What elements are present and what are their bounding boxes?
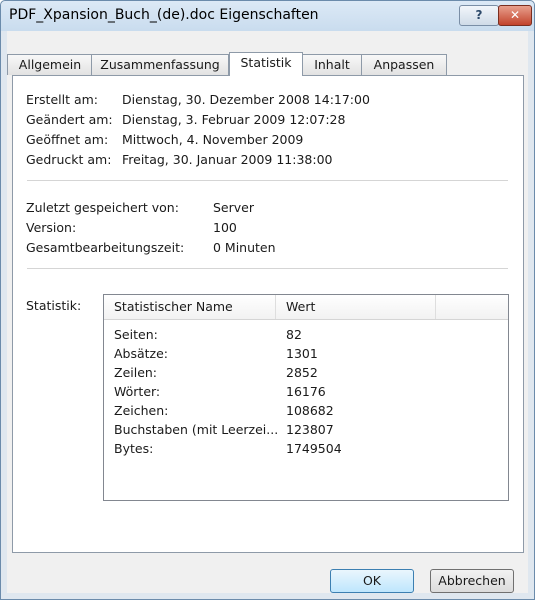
- ok-button[interactable]: OK: [330, 569, 414, 593]
- cancel-button[interactable]: Abbrechen: [430, 569, 514, 593]
- list-item[interactable]: Wörter: 16176: [104, 382, 508, 401]
- stat-name: Zeilen:: [114, 365, 158, 380]
- statistics-list[interactable]: Statistischer Name Wert Seiten: 82 Absät…: [103, 294, 509, 501]
- version-label: Version:: [26, 220, 77, 235]
- list-item[interactable]: Buchstaben (mit Leerzei... 123807: [104, 420, 508, 439]
- printed-value: Freitag, 30. Januar 2009 11:38:00: [122, 152, 333, 167]
- statistics-label: Statistik:: [26, 298, 82, 313]
- modified-label: Geändert am:: [26, 112, 113, 127]
- saved-by-label: Zuletzt gespeichert von:: [26, 200, 179, 215]
- modified-value: Dienstag, 3. Februar 2009 12:07:28: [122, 112, 346, 127]
- list-item[interactable]: Zeichen: 108682: [104, 401, 508, 420]
- version-value: 100: [213, 220, 237, 235]
- properties-dialog: PDF_Xpansion_Buch_(de).doc Eigenschaften…: [0, 0, 535, 600]
- column-header-value[interactable]: Wert: [276, 295, 436, 319]
- tab-zusammenfassung[interactable]: Zusammenfassung: [91, 54, 229, 75]
- window-title: PDF_Xpansion_Buch_(de).doc Eigenschaften: [9, 7, 319, 23]
- list-header: Statistischer Name Wert: [104, 295, 508, 320]
- edit-time-value: 0 Minuten: [213, 240, 276, 255]
- tab-allgemein[interactable]: Allgemein: [7, 54, 93, 75]
- divider: [27, 180, 508, 181]
- stat-name: Buchstaben (mit Leerzei...: [114, 422, 279, 437]
- stat-value: 1749504: [286, 441, 342, 456]
- tab-anpassen[interactable]: Anpassen: [361, 54, 447, 75]
- help-button[interactable]: ?: [459, 5, 499, 26]
- stat-name: Absätze:: [114, 346, 169, 361]
- printed-label: Gedruckt am:: [26, 152, 112, 167]
- list-item[interactable]: Absätze: 1301: [104, 344, 508, 363]
- tab-inhalt[interactable]: Inhalt: [301, 54, 363, 75]
- stat-name: Bytes:: [114, 441, 154, 456]
- stat-value: 123807: [286, 422, 334, 437]
- saved-by-value: Server: [213, 200, 254, 215]
- divider: [27, 268, 508, 269]
- stat-value: 1301: [286, 346, 318, 361]
- created-label: Erstellt am:: [26, 92, 99, 107]
- stat-name: Zeichen:: [114, 403, 169, 418]
- stat-value: 2852: [286, 365, 318, 380]
- stat-value: 16176: [286, 384, 326, 399]
- tab-statistik[interactable]: Statistik: [229, 52, 303, 76]
- list-item[interactable]: Seiten: 82: [104, 325, 508, 344]
- stat-name: Wörter:: [114, 384, 161, 399]
- dialog-client-area: Allgemein Zusammenfassung Statistik Inha…: [7, 31, 528, 593]
- title-bar[interactable]: PDF_Xpansion_Buch_(de).doc Eigenschaften…: [1, 1, 534, 31]
- column-header-name[interactable]: Statistischer Name: [104, 295, 276, 319]
- created-value: Dienstag, 30. Dezember 2008 14:17:00: [122, 92, 370, 107]
- opened-value: Mittwoch, 4. November 2009: [122, 132, 304, 147]
- opened-label: Geöffnet am:: [26, 132, 109, 147]
- stat-value: 82: [286, 327, 302, 342]
- list-item[interactable]: Zeilen: 2852: [104, 363, 508, 382]
- statistik-panel: Erstellt am: Dienstag, 30. Dezember 2008…: [12, 75, 524, 553]
- close-button[interactable]: ✕: [498, 5, 532, 26]
- list-item[interactable]: Bytes: 1749504: [104, 439, 508, 458]
- stat-value: 108682: [286, 403, 334, 418]
- edit-time-label: Gesamtbearbeitungszeit:: [26, 240, 185, 255]
- stat-name: Seiten:: [114, 327, 158, 342]
